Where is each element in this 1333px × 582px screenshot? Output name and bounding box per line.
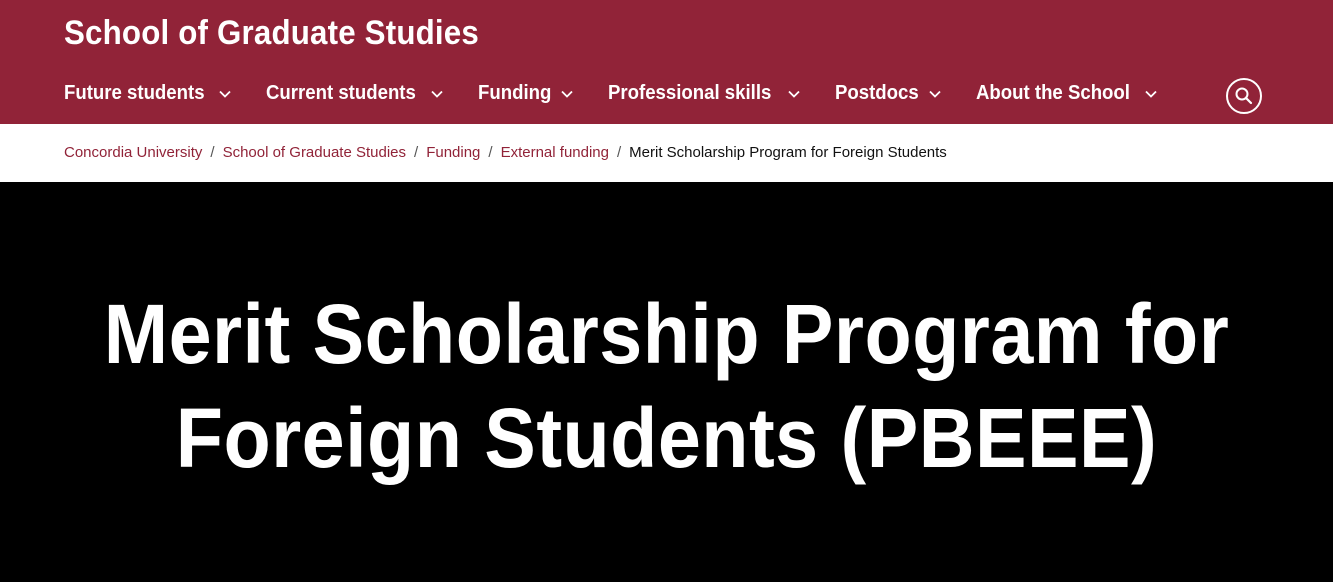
breadcrumb-separator: / — [488, 144, 493, 161]
nav-item-funding[interactable]: Funding — [478, 82, 574, 105]
main-nav: Future students Current students Funding… — [64, 82, 1158, 105]
breadcrumb-separator: / — [414, 144, 419, 161]
page-title-line-2: Foreign Students (PBEEE) — [175, 391, 1158, 485]
breadcrumb-current-page: Merit Scholarship Program for Foreign St… — [629, 144, 947, 161]
nav-item-future-students[interactable]: Future students — [64, 82, 232, 105]
page-title: Merit Scholarship Program for Foreign St… — [53, 282, 1279, 490]
nav-item-label: Funding — [478, 82, 552, 104]
site-header: School of Graduate Studies Future studen… — [0, 0, 1333, 124]
breadcrumb-separator: / — [616, 144, 622, 161]
chevron-down-icon — [929, 90, 941, 98]
nav-item-label: Current students — [266, 82, 416, 104]
nav-item-about-the-school[interactable]: About the School — [976, 82, 1159, 105]
nav-item-label: Professional skills — [608, 82, 772, 104]
site-title-link[interactable]: School of Graduate Studies — [64, 14, 479, 53]
nav-item-professional-skills[interactable]: Professional skills — [608, 82, 801, 105]
breadcrumb-separator: / — [210, 144, 215, 161]
search-button[interactable] — [1226, 78, 1262, 114]
chevron-down-icon — [431, 90, 443, 98]
chevron-down-icon — [219, 90, 231, 98]
chevron-down-icon — [788, 90, 800, 98]
chevron-down-icon — [1145, 90, 1157, 98]
nav-item-label: Postdocs — [834, 82, 919, 104]
breadcrumb-link-funding[interactable]: Funding — [426, 144, 480, 161]
hero-banner: Merit Scholarship Program for Foreign St… — [0, 182, 1333, 582]
chevron-down-icon — [561, 90, 573, 98]
search-icon — [1235, 87, 1253, 105]
page-title-line-1: Merit Scholarship Program for — [103, 287, 1230, 381]
breadcrumb-bar: Concordia University / School of Graduat… — [0, 124, 1333, 182]
nav-item-current-students[interactable]: Current students — [266, 82, 444, 105]
nav-item-postdocs[interactable]: Postdocs — [835, 82, 942, 105]
breadcrumb: Concordia University / School of Graduat… — [64, 144, 947, 161]
breadcrumb-link-external-funding[interactable]: External funding — [501, 144, 609, 161]
nav-item-label: Future students — [64, 82, 205, 104]
nav-item-label: About the School — [975, 82, 1130, 104]
breadcrumb-link-school-of-graduate-studies[interactable]: School of Graduate Studies — [223, 144, 406, 161]
breadcrumb-link-concordia-university[interactable]: Concordia University — [64, 144, 202, 161]
